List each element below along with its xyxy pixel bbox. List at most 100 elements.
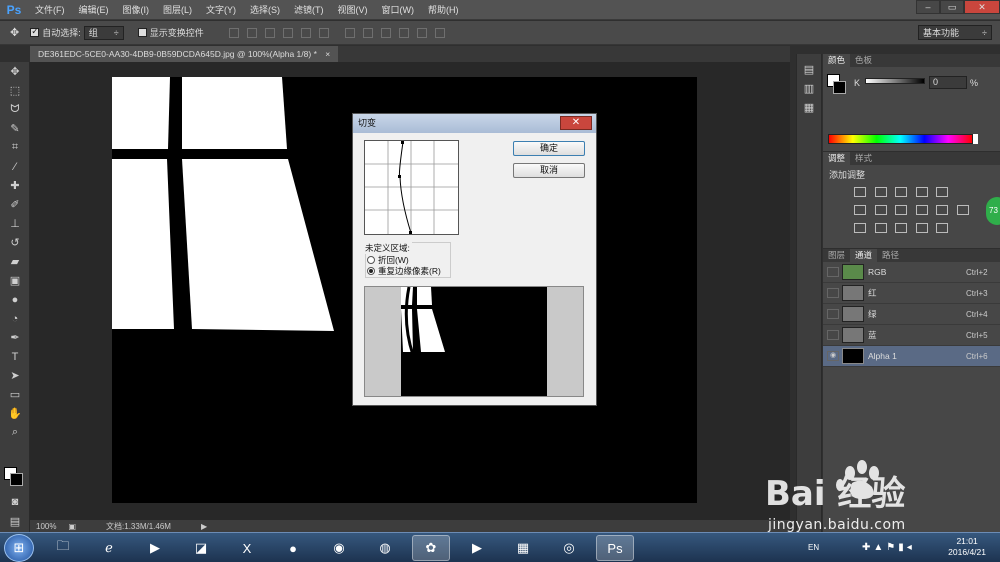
gradient-map-icon[interactable]: [915, 223, 928, 233]
workspace-dropdown[interactable]: 基本功能 ÷: [918, 25, 992, 40]
distribute-top-icon[interactable]: [344, 27, 355, 38]
clock[interactable]: 21:01 2016/4/21: [948, 536, 986, 558]
align-right-icon[interactable]: [318, 27, 329, 38]
film-app-icon[interactable]: ▦: [504, 535, 542, 561]
status-icon[interactable]: ▣: [68, 522, 76, 531]
menu-file[interactable]: 文件(F): [28, 0, 72, 20]
distribute-hcenter-icon[interactable]: [416, 27, 427, 38]
color-balance-icon[interactable]: [874, 205, 887, 215]
lasso-tool-icon[interactable]: ᗢ: [0, 100, 30, 119]
align-hcenter-icon[interactable]: [300, 27, 311, 38]
baidu-app-icon[interactable]: ◎: [550, 535, 588, 561]
levels-icon[interactable]: [874, 187, 887, 197]
video-player-icon[interactable]: ▶: [458, 535, 496, 561]
curves-icon[interactable]: [895, 187, 908, 197]
color-spectrum-bar[interactable]: [828, 134, 973, 144]
visibility-toggle[interactable]: [827, 267, 839, 277]
media-player-icon[interactable]: ▶: [136, 535, 174, 561]
spectrum-white[interactable]: [973, 134, 978, 144]
vibrance-icon[interactable]: [936, 187, 949, 197]
pen-tool-icon[interactable]: ✒: [0, 328, 30, 347]
channel-row-red[interactable]: 红 Ctrl+3: [823, 283, 1000, 304]
tab-paths[interactable]: 路径: [877, 249, 904, 262]
radio-repeat[interactable]: [367, 267, 375, 275]
minimize-button[interactable]: –: [916, 0, 940, 14]
align-vcenter-icon[interactable]: [246, 27, 257, 38]
floating-badge[interactable]: 73: [986, 197, 1000, 225]
crop-tool-icon[interactable]: ⌗: [0, 138, 30, 157]
ok-button[interactable]: 确定: [513, 141, 585, 156]
move-tool-icon[interactable]: ✥: [10, 26, 19, 39]
align-left-icon[interactable]: [282, 27, 293, 38]
zoom-tool-icon[interactable]: ⌕: [0, 423, 30, 442]
close-button[interactable]: ✕: [964, 0, 1000, 14]
tab-swatches[interactable]: 色板: [850, 54, 877, 67]
selective-color-icon[interactable]: [936, 223, 949, 233]
dodge-tool-icon[interactable]: ◔: [0, 309, 30, 328]
photo-filter-icon[interactable]: [915, 205, 928, 215]
history-brush-icon[interactable]: ↺: [0, 233, 30, 252]
quick-select-tool-icon[interactable]: ✎: [0, 119, 30, 138]
color-app-icon[interactable]: ✿: [412, 535, 450, 561]
tab-styles[interactable]: 样式: [850, 152, 877, 165]
distribute-left-icon[interactable]: [398, 27, 409, 38]
channel-row-green[interactable]: 绿 Ctrl+4: [823, 304, 1000, 325]
eraser-tool-icon[interactable]: ▰: [0, 252, 30, 271]
menu-layer[interactable]: 图层(L): [156, 0, 199, 20]
tab-channels[interactable]: 通道: [850, 249, 878, 262]
clone-stamp-icon[interactable]: ⊥: [0, 214, 30, 233]
marquee-tool-icon[interactable]: ⬚: [0, 81, 30, 100]
auto-select-checkbox[interactable]: [30, 26, 40, 37]
ie-browser-icon[interactable]: ℯ: [90, 535, 128, 561]
threshold-icon[interactable]: [895, 223, 908, 233]
menu-select[interactable]: 选择(S): [243, 0, 287, 20]
hand-tool-icon[interactable]: ✋: [0, 404, 30, 423]
status-menu-arrow-icon[interactable]: ▶: [201, 522, 207, 531]
visibility-toggle[interactable]: [827, 288, 839, 298]
photoshop-taskbar-icon[interactable]: Ps: [596, 535, 634, 561]
exposure-icon[interactable]: [915, 187, 928, 197]
color-lookup-icon[interactable]: [956, 205, 969, 215]
explorer-icon[interactable]: 🗀: [44, 535, 82, 561]
channel-row-alpha1[interactable]: ◉ Alpha 1 Ctrl+6: [823, 346, 1000, 367]
eyedropper-tool-icon[interactable]: ⁄: [0, 157, 30, 176]
channel-row-blue[interactable]: 蓝 Ctrl+5: [823, 325, 1000, 346]
menu-type[interactable]: 文字(Y): [199, 0, 243, 20]
distribute-bottom-icon[interactable]: [380, 27, 391, 38]
posterize-icon[interactable]: [874, 223, 887, 233]
radio-wrap[interactable]: [367, 256, 375, 264]
restore-button[interactable]: ▭: [940, 0, 964, 14]
dialog-close-button[interactable]: ✕: [560, 116, 592, 130]
black-white-icon[interactable]: [895, 205, 908, 215]
background-color-swatch[interactable]: [10, 473, 23, 486]
quick-mask-icon[interactable]: ◙: [0, 492, 30, 511]
color-value-input[interactable]: 0: [929, 76, 967, 89]
distribute-vcenter-icon[interactable]: [362, 27, 373, 38]
menu-window[interactable]: 窗口(W): [375, 0, 422, 20]
tab-adjustments[interactable]: 调整: [823, 152, 851, 165]
cancel-button[interactable]: 取消: [513, 163, 585, 178]
shape-tool-icon[interactable]: ▭: [0, 385, 30, 404]
visibility-toggle[interactable]: [827, 309, 839, 319]
brightness-icon[interactable]: [854, 187, 866, 197]
menu-filter[interactable]: 滤镜(T): [287, 0, 331, 20]
excel-icon[interactable]: X: [228, 535, 266, 561]
menu-help[interactable]: 帮助(H): [421, 0, 466, 20]
path-select-icon[interactable]: ➤: [0, 366, 30, 385]
notes-app-icon[interactable]: ◪: [182, 535, 220, 561]
color-slider[interactable]: [865, 78, 925, 84]
visibility-toggle[interactable]: [827, 330, 839, 340]
eye-icon[interactable]: ◉: [827, 351, 839, 361]
align-bottom-icon[interactable]: [264, 27, 275, 38]
color-background-swatch[interactable]: [833, 81, 846, 94]
document-tab[interactable]: DE361EDC-5CE0-AA30-4DB9-0B59DCDA645D.jpg…: [30, 46, 339, 62]
align-top-icon[interactable]: [228, 27, 239, 38]
chrome-browser-icon[interactable]: ◍: [366, 535, 404, 561]
start-button-icon[interactable]: ⊞: [4, 534, 34, 562]
move-tool-icon[interactable]: ✥: [0, 62, 30, 81]
hue-saturation-icon[interactable]: [854, 205, 866, 215]
history-panel-icon[interactable]: ▤: [797, 60, 821, 79]
screen-mode-icon[interactable]: ▤: [0, 512, 30, 531]
play-app-icon[interactable]: ◉: [320, 535, 358, 561]
channel-mixer-icon[interactable]: [936, 205, 949, 215]
